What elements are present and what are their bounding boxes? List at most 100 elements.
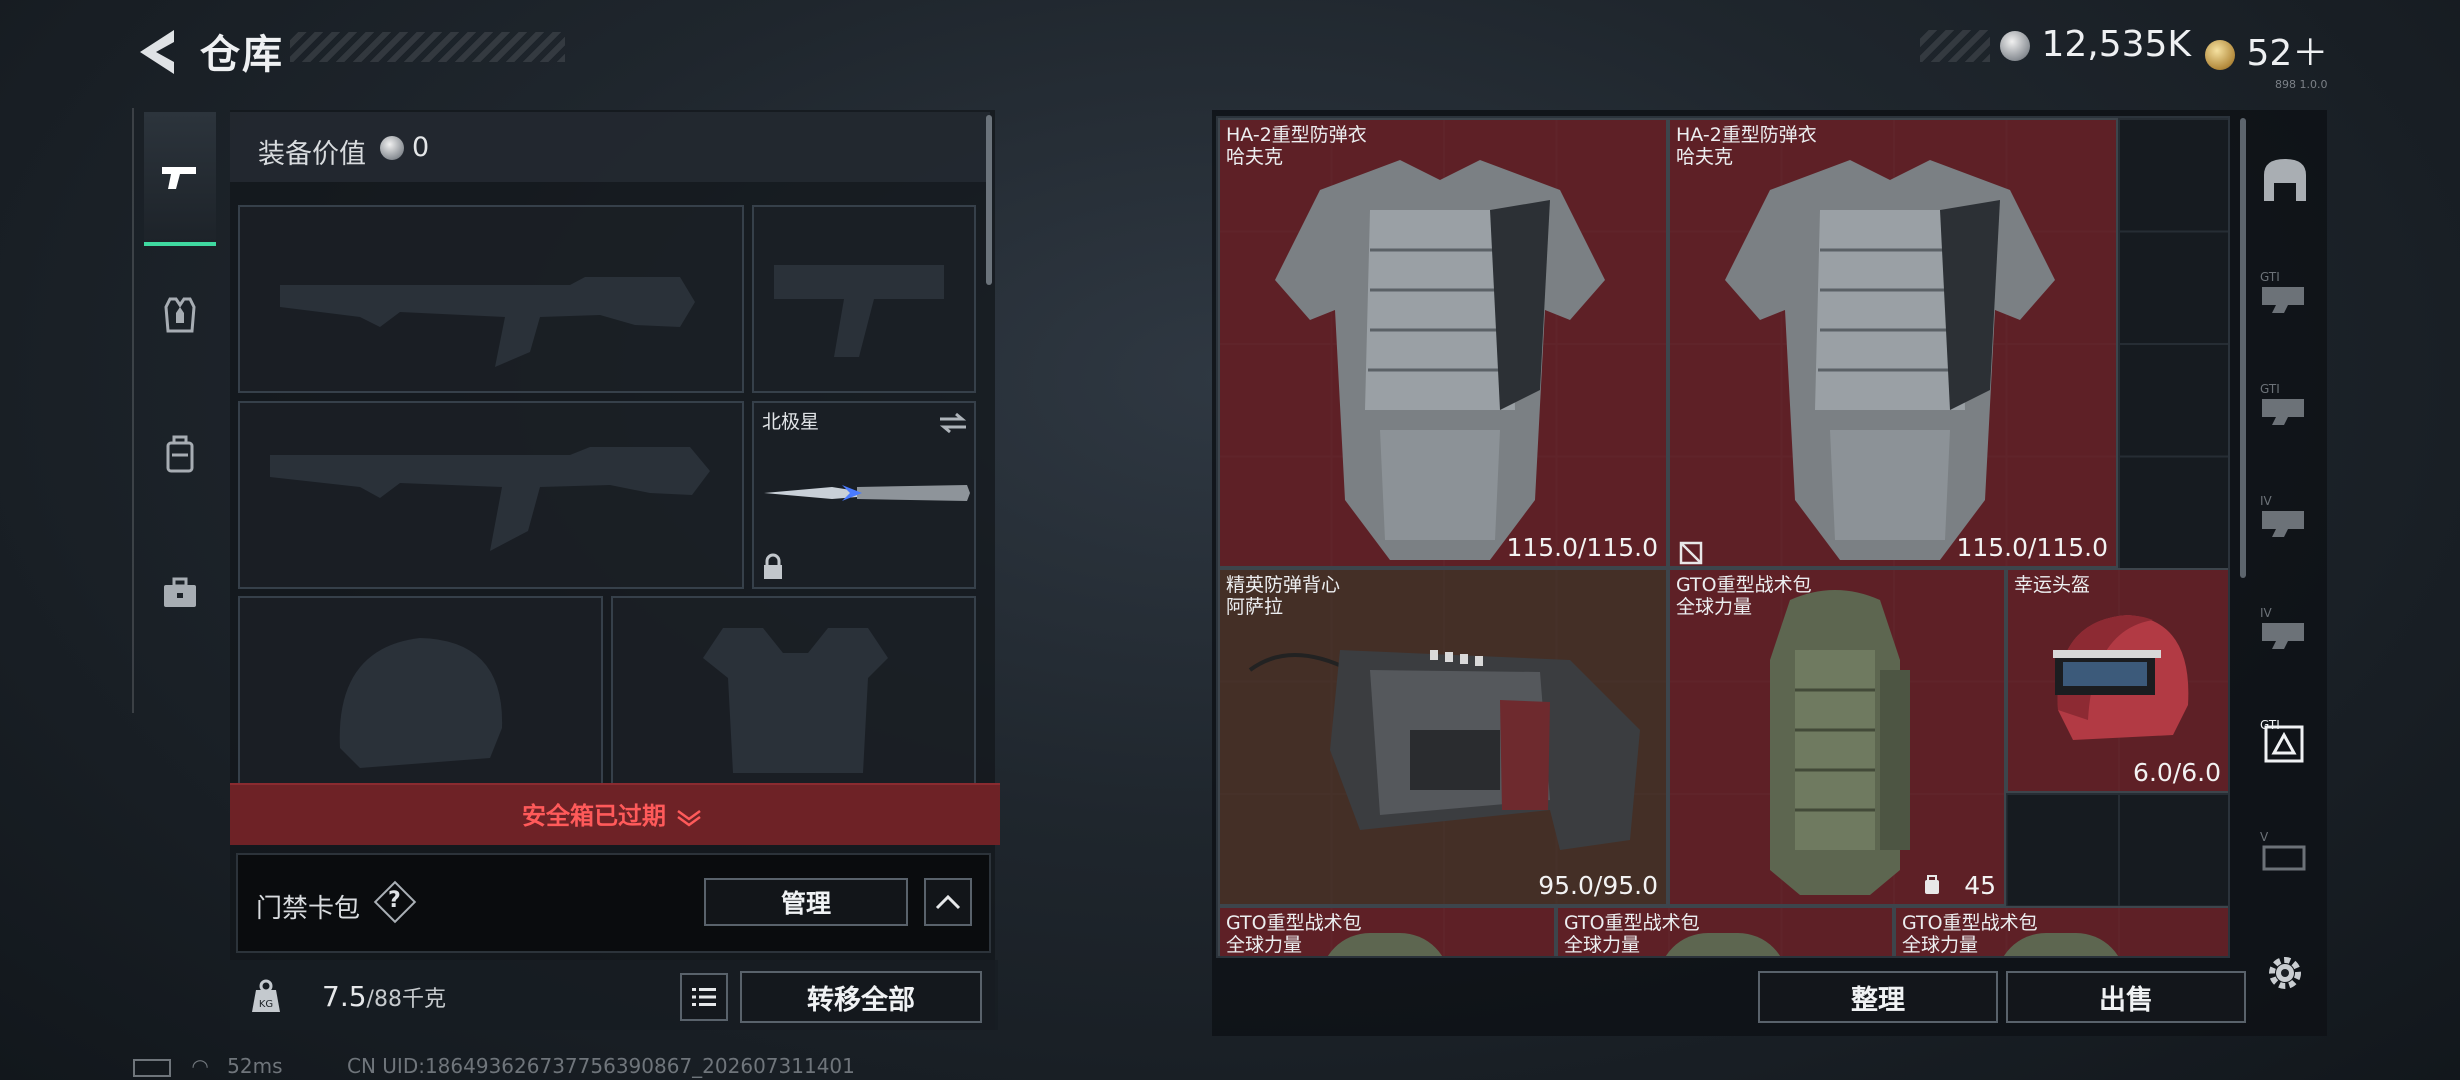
elite-vest-image xyxy=(1248,650,1640,850)
ping-value: 52ms xyxy=(227,1054,283,1078)
container-tab-icon: GTI xyxy=(2260,270,2304,313)
tab-armor[interactable] xyxy=(144,250,216,380)
heavy-armor-image xyxy=(1725,160,2055,560)
stash-item-backpack[interactable]: GTO重型战术包 全球力量 xyxy=(1894,906,2228,956)
collapse-button[interactable] xyxy=(924,878,972,926)
side-tab-label-5: GTI xyxy=(2260,718,2280,732)
silver-coin-icon xyxy=(2000,31,2030,61)
item-name: 幸运头盔 xyxy=(2014,574,2091,596)
equip-value: 0 xyxy=(412,132,430,163)
secondary-weapon-slot[interactable] xyxy=(238,401,744,589)
tab-stash-1[interactable]: GTI xyxy=(2250,247,2320,337)
tab-case[interactable] xyxy=(144,528,216,658)
lucky-helmet-image xyxy=(2053,615,2189,740)
helmet-silhouette-icon xyxy=(339,638,503,768)
chevron-down-icon xyxy=(677,809,702,827)
heavy-armor-image xyxy=(1275,160,1605,560)
version-text: 898 1.0.0 xyxy=(2275,78,2328,91)
vest-silhouette-icon xyxy=(703,628,888,773)
knife-icon xyxy=(764,485,970,501)
backpack-icon xyxy=(166,435,194,473)
gold-currency[interactable]: 52＋ xyxy=(2205,24,2328,76)
tactical-backpack-image xyxy=(1770,590,1910,895)
tab-stash-home[interactable] xyxy=(2250,135,2320,225)
silver-amount: 12,535K xyxy=(2041,24,2192,65)
manage-button[interactable]: 管理 xyxy=(704,878,908,926)
side-tab-label-3: IV xyxy=(2260,494,2273,508)
briefcase-icon xyxy=(164,577,196,607)
side-tab-label-2: GTI xyxy=(2260,382,2280,396)
gear-icon[interactable] xyxy=(2262,950,2308,996)
back-arrow-icon[interactable] xyxy=(130,22,190,82)
item-durability: 95.0/95.0 xyxy=(1538,871,1658,900)
stash-item-backpack[interactable]: GTO重型战术包 全球力量 xyxy=(1218,906,1556,956)
rifle-silhouette-icon xyxy=(270,447,710,551)
container-tab-icon: IV xyxy=(2260,494,2304,537)
weight-icon: KG xyxy=(252,979,280,1012)
tab-stash-2[interactable]: GTI xyxy=(2250,359,2320,449)
swap-icon[interactable] xyxy=(938,411,968,435)
melee-slot[interactable]: 北极星 xyxy=(752,401,976,589)
tab-weapons[interactable] xyxy=(144,112,216,246)
weight-capacity: /88千克 xyxy=(366,987,446,1012)
side-tab-label-4: IV xyxy=(2260,606,2273,620)
pistol-silhouette-icon xyxy=(774,265,944,357)
gold-coin-icon xyxy=(2205,40,2235,70)
armor-slot[interactable] xyxy=(611,596,976,786)
safebox-status: 安全箱已过期 xyxy=(522,796,704,831)
list-view-button[interactable] xyxy=(680,973,728,1021)
sidearm-slot[interactable] xyxy=(752,205,976,393)
weight-icon-label: KG xyxy=(259,999,273,1010)
stash-item-backpack[interactable]: GTO重型战术包 全球力量 xyxy=(1556,906,1894,956)
item-capacity: 45 xyxy=(1964,871,1996,900)
battery-icon xyxy=(133,1058,171,1077)
side-tab-label-1: GTI xyxy=(2260,270,2280,284)
transfer-all-button[interactable]: 转移全部 xyxy=(740,971,982,1023)
rifle-silhouette-icon xyxy=(280,277,695,367)
network-status: ◠ 52ms xyxy=(133,1054,283,1078)
title-decoration xyxy=(290,32,565,62)
stash-item-armor[interactable]: HA-2重型防弹衣 哈夫克 115.0/115.0 xyxy=(1668,118,2118,568)
side-tab-label-6: V xyxy=(2260,830,2269,844)
item-durability: 6.0/6.0 xyxy=(2133,758,2221,787)
stash-item-armor[interactable]: HA-2重型防弹衣 哈夫克 115.0/115.0 xyxy=(1218,118,1668,568)
helmet-slot[interactable] xyxy=(238,596,603,786)
chevron-up-icon xyxy=(935,894,961,910)
equip-value-label: 装备价值 xyxy=(258,139,366,170)
tab-stash-4[interactable]: IV xyxy=(2250,583,2320,673)
capacity-icon xyxy=(1925,875,1939,894)
container-tab-icon: GTI xyxy=(2260,382,2304,425)
stash-scrollbar[interactable] xyxy=(2240,118,2246,578)
keycard-label: 门禁卡包 xyxy=(256,894,361,924)
melee-name: 北极星 xyxy=(762,411,820,433)
weight-current: 7.5 xyxy=(322,980,367,1013)
stash-item-helmet[interactable]: 幸运头盔 6.0/6.0 xyxy=(2006,568,2228,793)
stash-item-vest[interactable]: 精英防弹背心 阿萨拉 95.0/95.0 xyxy=(1218,568,1668,906)
page-title: 仓库 xyxy=(200,32,284,78)
sell-button[interactable]: 出售 xyxy=(2006,971,2246,1023)
primary-weapon-slot[interactable] xyxy=(238,205,744,393)
wifi-icon: ◠ xyxy=(191,1054,209,1078)
loadout-scrollbar[interactable] xyxy=(986,115,992,285)
item-durability: 115.0/115.0 xyxy=(1506,533,1658,562)
silver-currency: 12,535K xyxy=(2000,24,2191,65)
weight-readout: 7.5/88千克 xyxy=(322,980,446,1013)
stash-item-backpack[interactable]: GTO重型战术包 全球力量 45 xyxy=(1668,568,2006,906)
user-uid: CN UID:186493626737756390867_20260731140… xyxy=(347,1054,855,1078)
tab-stash-6[interactable]: V xyxy=(2250,807,2320,897)
no-repair-icon xyxy=(1679,541,1703,565)
gold-amount: 52＋ xyxy=(2246,33,2329,74)
sort-button[interactable]: 整理 xyxy=(1758,971,1998,1023)
warehouse-icon xyxy=(2264,159,2306,201)
pistol-icon xyxy=(162,167,196,189)
item-durability: 115.0/115.0 xyxy=(1956,533,2108,562)
tab-stash-5-active[interactable]: GTI xyxy=(2250,695,2320,785)
silver-coin-icon xyxy=(380,136,404,160)
help-mark: ? xyxy=(388,888,401,913)
loadout-tab-rail xyxy=(132,108,230,713)
currency-decoration xyxy=(1920,30,1990,62)
tab-stash-3[interactable]: IV xyxy=(2250,471,2320,561)
lock-icon xyxy=(764,553,782,579)
list-icon xyxy=(692,988,716,1006)
tab-backpack[interactable] xyxy=(144,390,216,520)
